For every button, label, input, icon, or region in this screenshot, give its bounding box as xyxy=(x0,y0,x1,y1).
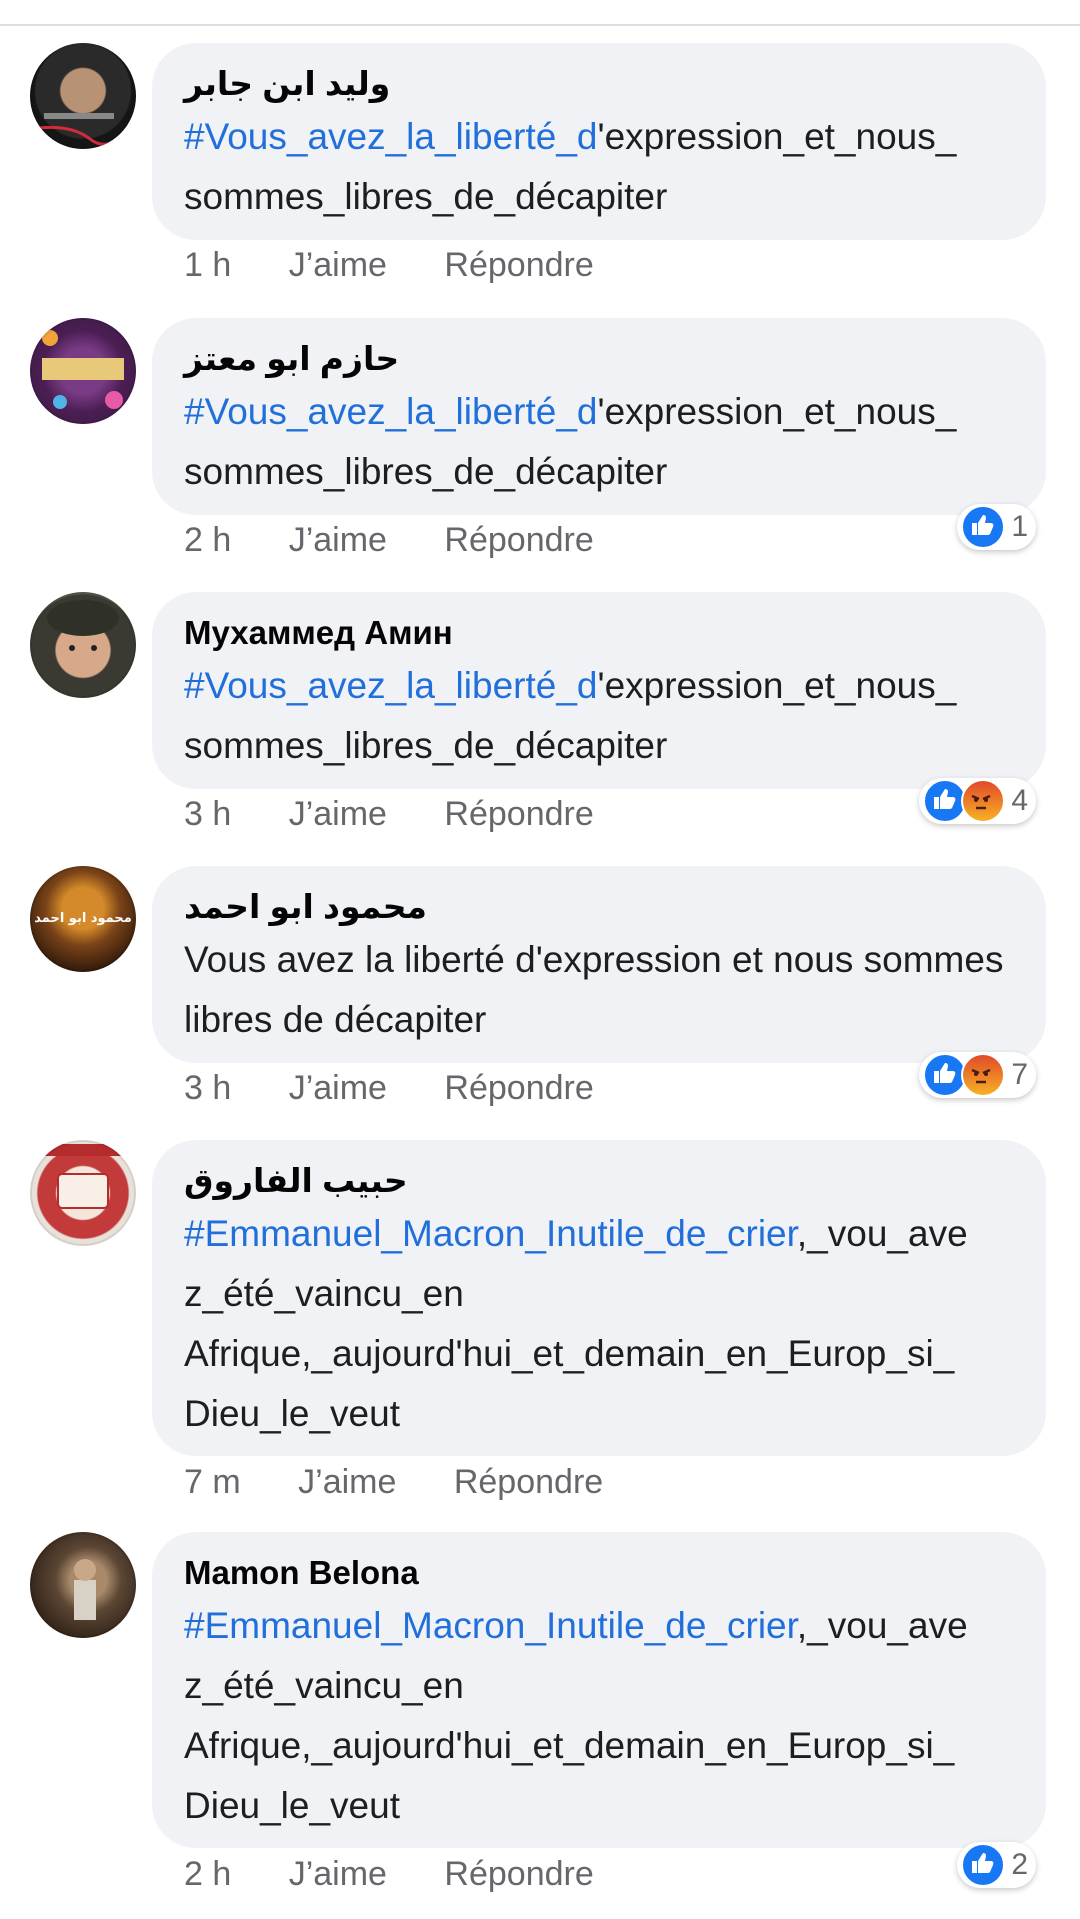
comment-text: #Emmanuel_Macron_Inutile_de_crier,_vou_a… xyxy=(184,1204,1012,1444)
reply-button[interactable]: Répondre xyxy=(444,521,593,559)
comment-time[interactable]: 3 h xyxy=(184,795,231,833)
comment-bubble: Mamon Belona #Emmanuel_Macron_Inutile_de… xyxy=(152,1532,1046,1848)
hashtag-link[interactable]: #Vous_avez_la_liberté_d xyxy=(184,391,598,432)
comment-author[interactable]: Mamon Belona xyxy=(184,1552,1012,1596)
reaction-summary[interactable]: 4 xyxy=(919,778,1036,824)
hashtag-link[interactable]: #Vous_avez_la_liberté_d xyxy=(184,665,598,706)
like-button[interactable]: J’aime xyxy=(298,1463,396,1501)
comment-author[interactable]: Мухаммед Амин xyxy=(184,612,1012,656)
reply-button[interactable]: Répondre xyxy=(444,1069,593,1107)
comment-text: #Vous_avez_la_liberté_d'expression_et_no… xyxy=(184,107,1012,227)
like-reaction-icon xyxy=(961,1843,1006,1887)
comment-bubble: حازم ابو معتز #Vous_avez_la_liberté_d'ex… xyxy=(152,318,1046,515)
angry-reaction-icon xyxy=(961,1053,1006,1097)
like-button[interactable]: J’aime xyxy=(289,1069,387,1107)
comment-author[interactable]: محمود ابو احمد xyxy=(184,886,1012,930)
avatar[interactable] xyxy=(30,318,136,424)
comment-time[interactable]: 1 h xyxy=(184,246,231,284)
comment-actions: 2 h J’aime Répondre xyxy=(184,1852,642,1896)
comment-body: Vous avez la liberté d'expression et nou… xyxy=(184,939,1004,1040)
comment-text: #Vous_avez_la_liberté_d'expression_et_no… xyxy=(184,656,1012,776)
comment-time[interactable]: 3 h xyxy=(184,1069,231,1107)
hashtag-link[interactable]: #Vous_avez_la_liberté_d xyxy=(184,116,598,157)
comment-time[interactable]: 2 h xyxy=(184,1855,231,1893)
comment-author[interactable]: وليد ابن جابر xyxy=(184,63,1012,107)
reaction-summary[interactable]: 7 xyxy=(919,1052,1036,1098)
reply-button[interactable]: Répondre xyxy=(454,1463,603,1501)
top-divider xyxy=(0,24,1080,26)
comment-actions: 3 h J’aime Répondre xyxy=(184,1066,642,1110)
like-reaction-icon xyxy=(961,505,1006,549)
comment-time[interactable]: 7 m xyxy=(184,1463,241,1501)
hashtag-link[interactable]: #Emmanuel_Macron_Inutile_de_crier xyxy=(184,1213,797,1254)
avatar[interactable] xyxy=(30,592,136,698)
reply-button[interactable]: Répondre xyxy=(444,246,593,284)
comment-bubble: حبيب الفاروق #Emmanuel_Macron_Inutile_de… xyxy=(152,1140,1046,1456)
like-button[interactable]: J’aime xyxy=(289,795,387,833)
hashtag-link[interactable]: #Emmanuel_Macron_Inutile_de_crier xyxy=(184,1605,797,1646)
avatar[interactable] xyxy=(30,43,136,149)
reply-button[interactable]: Répondre xyxy=(444,1855,593,1893)
reaction-summary[interactable]: 2 xyxy=(957,1842,1036,1888)
comment-bubble: وليد ابن جابر #Vous_avez_la_liberté_d'ex… xyxy=(152,43,1046,240)
reaction-summary[interactable]: 1 xyxy=(957,504,1036,550)
reaction-count: 7 xyxy=(1011,1058,1028,1091)
avatar[interactable] xyxy=(30,1140,136,1246)
comment-bubble: محمود ابو احمد Vous avez la liberté d'ex… xyxy=(152,866,1046,1063)
comment-actions: 7 m J’aime Répondre xyxy=(184,1460,651,1504)
comment-text: #Emmanuel_Macron_Inutile_de_crier,_vou_a… xyxy=(184,1596,1012,1836)
like-button[interactable]: J’aime xyxy=(289,246,387,284)
comment-bubble: Мухаммед Амин #Vous_avez_la_liberté_d'ex… xyxy=(152,592,1046,789)
comment-author[interactable]: حازم ابو معتز xyxy=(184,338,1012,382)
comment-time[interactable]: 2 h xyxy=(184,521,231,559)
like-button[interactable]: J’aime xyxy=(289,1855,387,1893)
avatar[interactable] xyxy=(30,1532,136,1638)
reaction-count: 1 xyxy=(1011,510,1028,543)
reaction-count: 2 xyxy=(1011,1848,1028,1881)
avatar[interactable]: محمود ابو احمد xyxy=(30,866,136,972)
comment-actions: 2 h J’aime Répondre xyxy=(184,518,642,562)
comment-actions: 1 h J’aime Répondre xyxy=(184,243,642,287)
comment-text: Vous avez la liberté d'expression et nou… xyxy=(184,930,1012,1050)
like-button[interactable]: J’aime xyxy=(289,521,387,559)
comment-author[interactable]: حبيب الفاروق xyxy=(184,1160,1012,1204)
comment-actions: 3 h J’aime Répondre xyxy=(184,792,642,836)
angry-reaction-icon xyxy=(961,779,1006,823)
comment-text: #Vous_avez_la_liberté_d'expression_et_no… xyxy=(184,382,1012,502)
reaction-count: 4 xyxy=(1011,784,1028,817)
reply-button[interactable]: Répondre xyxy=(444,795,593,833)
